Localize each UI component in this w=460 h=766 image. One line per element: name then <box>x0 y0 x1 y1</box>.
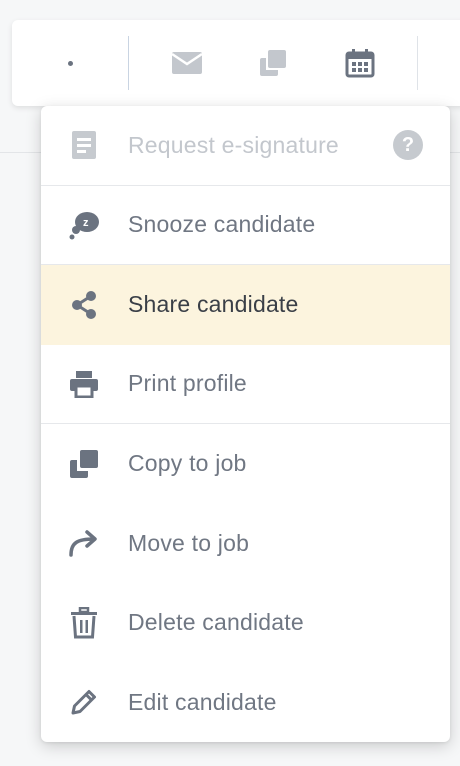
more-dots-icon <box>67 60 73 66</box>
trash-icon <box>68 606 100 639</box>
document-icon <box>68 129 100 161</box>
copy-icon <box>260 50 286 76</box>
calendar-icon <box>345 49 375 78</box>
forward-arrow-icon <box>68 527 100 559</box>
snooze-icon: z <box>68 209 100 241</box>
envelope-icon <box>171 52 203 74</box>
candidate-actions-menu: Request e-signature ? z Snooze candidate… <box>41 106 450 742</box>
menu-item-label: Snooze candidate <box>128 211 316 238</box>
candidate-toolbar <box>12 20 460 106</box>
pencil-icon <box>68 686 100 718</box>
help-icon[interactable]: ? <box>393 130 423 161</box>
menu-item-label: Share candidate <box>128 291 299 318</box>
menu-item-label: Delete candidate <box>128 609 304 636</box>
menu-item-label: Edit candidate <box>128 688 277 715</box>
menu-item-print-profile[interactable]: Print profile <box>41 345 450 424</box>
more-options-button[interactable] <box>47 40 93 86</box>
copy-icon <box>68 448 100 480</box>
email-button[interactable] <box>164 40 210 86</box>
toolbar-separator <box>417 36 418 90</box>
menu-item-label: Print profile <box>128 370 247 397</box>
menu-item-label: Move to job <box>128 529 250 556</box>
svg-text:z: z <box>83 217 89 229</box>
calendar-button[interactable] <box>337 40 383 86</box>
menu-item-edit-candidate[interactable]: Edit candidate <box>41 663 450 743</box>
menu-item-label: Request e-signature <box>128 131 339 158</box>
copy-button[interactable] <box>250 40 296 86</box>
menu-item-copy-to-job[interactable]: Copy to job <box>41 424 450 504</box>
menu-item-share-candidate[interactable]: Share candidate <box>41 265 450 345</box>
menu-item-label: Copy to job <box>128 450 247 477</box>
share-icon <box>68 289 100 321</box>
menu-item-request-esignature[interactable]: Request e-signature ? <box>41 106 450 186</box>
menu-item-move-to-job[interactable]: Move to job <box>41 504 450 584</box>
printer-icon <box>68 368 100 400</box>
toolbar-separator <box>128 36 129 90</box>
menu-item-delete-candidate[interactable]: Delete candidate <box>41 583 450 663</box>
menu-item-snooze-candidate[interactable]: z Snooze candidate <box>41 186 450 265</box>
